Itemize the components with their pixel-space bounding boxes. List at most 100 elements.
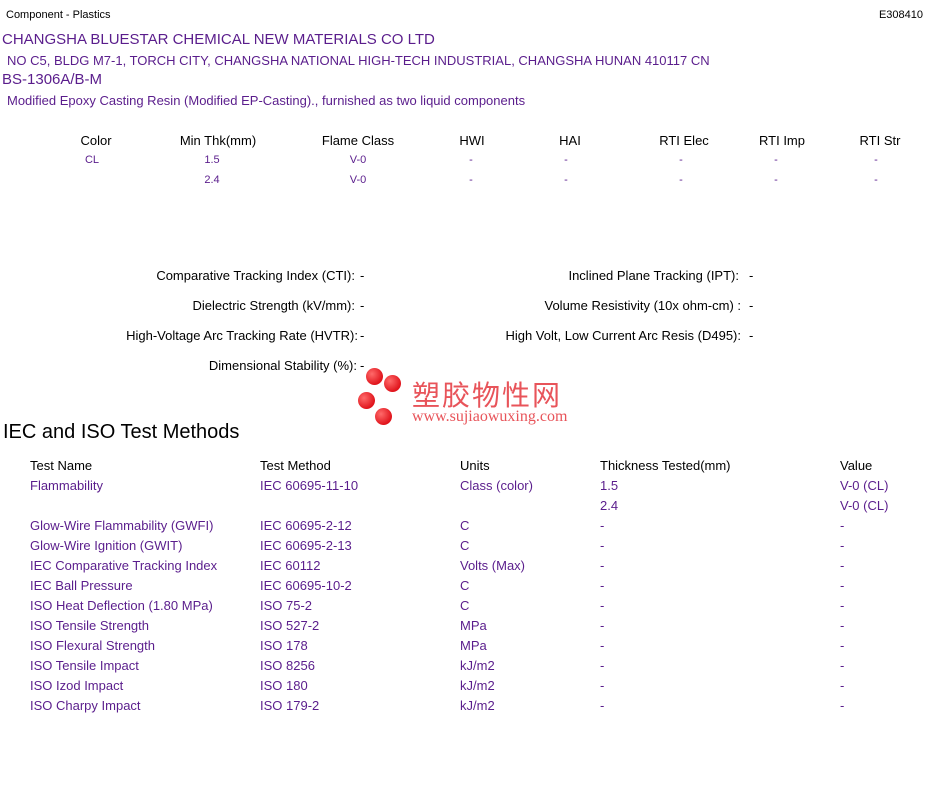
volume-resistivity-label: Volume Resistivity (10x ohm-cm) :	[544, 298, 742, 313]
watermark-dot-icon	[375, 408, 392, 425]
file-number: E308410	[878, 9, 923, 21]
iec-table-cell: Class (color)	[460, 478, 533, 493]
ipt-label: Inclined Plane Tracking (IPT):	[568, 268, 739, 283]
flame-table-cell: -	[874, 174, 878, 186]
flame-table-cell: CL	[84, 154, 100, 166]
flame-table-cell: -	[874, 154, 878, 166]
iec-table-cell: -	[840, 518, 845, 533]
iec-table-cell: V-0 (CL)	[840, 498, 889, 513]
hvtr-label: High-Voltage Arc Tracking Rate (HVTR):	[126, 328, 358, 343]
flame-table-cell: V-0	[349, 154, 367, 166]
iec-table-cell: ISO 8256	[260, 658, 315, 673]
iec-table-cell: Glow-Wire Flammability (GWFI)	[30, 518, 214, 533]
iec-table-cell: IEC 60695-2-13	[260, 538, 352, 553]
iec-table-header: Test Method	[260, 458, 331, 473]
iec-table-cell: -	[600, 698, 605, 713]
iec-table-cell: -	[840, 578, 845, 593]
cti-label: Comparative Tracking Index (CTI):	[156, 268, 355, 283]
watermark-url: www.sujiaowuxing.com	[412, 408, 568, 425]
flame-table-header: HAI	[559, 133, 581, 148]
dielectric-strength-label: Dielectric Strength (kV/mm):	[192, 298, 355, 313]
iec-table-cell: IEC 60695-11-10	[260, 478, 359, 493]
watermark-dot-icon	[366, 368, 383, 385]
flame-table-cell: -	[564, 174, 568, 186]
iec-table-cell: Volts (Max)	[460, 558, 526, 573]
iec-table-cell: -	[840, 698, 845, 713]
iec-table-cell: ISO 527-2	[260, 618, 320, 633]
watermark-logo	[356, 366, 416, 428]
iec-table-cell: C	[460, 538, 470, 553]
iec-table-cell: -	[600, 558, 605, 573]
flame-table-cell: 1.5	[204, 154, 220, 166]
watermark-dot-icon	[384, 375, 401, 392]
iec-table-cell: ISO 179-2	[260, 698, 320, 713]
iec-section-title: IEC and ISO Test Methods	[3, 421, 240, 443]
iec-table-cell: C	[460, 598, 470, 613]
product-grade: BS-1306A/B-M	[2, 71, 103, 88]
iec-table-cell: ISO Tensile Impact	[30, 658, 139, 673]
iec-table-cell: -	[840, 598, 845, 613]
company-name: CHANGSHA BLUESTAR CHEMICAL NEW MATERIALS…	[2, 31, 435, 48]
iec-table-cell: IEC 60112	[260, 558, 321, 573]
product-description: Modified Epoxy Casting Resin (Modified E…	[7, 93, 526, 108]
iec-table-cell: -	[600, 538, 605, 553]
iec-table-cell: 1.5	[600, 478, 619, 493]
iec-table-cell: 2.4	[600, 498, 619, 513]
iec-table-cell: -	[600, 598, 605, 613]
ipt-value: -	[749, 268, 754, 283]
iec-table-cell: ISO Tensile Strength	[30, 618, 149, 633]
iec-table-cell: IEC Comparative Tracking Index	[30, 558, 218, 573]
hvtr-value: -	[360, 328, 365, 343]
iec-table-cell: IEC 60695-10-2	[260, 578, 352, 593]
iec-table-cell: -	[840, 658, 845, 673]
company-address: NO C5, BLDG M7-1, TORCH CITY, CHANGSHA N…	[7, 53, 710, 68]
flame-table-header: Flame Class	[321, 133, 395, 148]
flame-table-header: Min Thk(mm)	[179, 133, 257, 148]
iec-table-cell: V-0 (CL)	[840, 478, 889, 493]
flame-table-cell: V-0	[349, 174, 367, 186]
iec-table-cell: Glow-Wire Ignition (GWIT)	[30, 538, 183, 553]
cti-value: -	[360, 268, 365, 283]
watermark-dot-icon	[358, 392, 375, 409]
d495-value: -	[749, 328, 754, 343]
iec-table-cell: ISO Flexural Strength	[30, 638, 155, 653]
iec-table-cell: -	[600, 518, 605, 533]
iec-table-cell: -	[840, 618, 845, 633]
iec-table-cell: Flammability	[30, 478, 103, 493]
iec-table-cell: -	[600, 618, 605, 633]
iec-table-cell: -	[600, 678, 605, 693]
iec-table-cell: C	[460, 578, 470, 593]
dielectric-strength-value: -	[360, 298, 365, 313]
iec-table-cell: kJ/m2	[460, 678, 495, 693]
iec-table-cell: kJ/m2	[460, 658, 495, 673]
volume-resistivity-value: -	[749, 298, 754, 313]
iec-table-cell: MPa	[460, 618, 487, 633]
iec-table-cell: -	[840, 678, 845, 693]
iec-table-cell: IEC Ball Pressure	[30, 578, 133, 593]
iec-table-header: Thickness Tested(mm)	[600, 458, 731, 473]
dimensional-stability-label: Dimensional Stability (%):	[208, 358, 357, 373]
iec-table-cell: ISO Heat Deflection (1.80 MPa)	[30, 598, 213, 613]
iec-table-cell: IEC 60695-2-12	[260, 518, 352, 533]
iec-table-cell: C	[460, 518, 470, 533]
iec-table-cell: -	[840, 558, 845, 573]
iec-table-cell: ISO Izod Impact	[30, 678, 124, 693]
iec-table-cell: MPa	[460, 638, 487, 653]
iec-table-cell: -	[600, 638, 605, 653]
iec-table-cell: ISO 180	[260, 678, 308, 693]
iec-table-cell: ISO 75-2	[260, 598, 313, 613]
iec-table-header: Units	[460, 458, 490, 473]
iec-table-header: Value	[840, 458, 873, 473]
flame-table-cell: -	[564, 154, 568, 166]
iec-table-cell: -	[600, 578, 605, 593]
iec-table-header: Test Name	[30, 458, 93, 473]
iec-table-cell: ISO 178	[260, 638, 308, 653]
iec-table-cell: -	[600, 658, 605, 673]
iec-table-cell: -	[840, 638, 845, 653]
iec-table-cell: -	[840, 538, 845, 553]
flame-table-header: Color	[80, 133, 112, 148]
iec-table-cell: ISO Charpy Impact	[30, 698, 141, 713]
d495-label: High Volt, Low Current Arc Resis (D495):	[505, 328, 741, 343]
iec-table-cell: kJ/m2	[460, 698, 495, 713]
flame-table-cell: 2.4	[204, 174, 220, 186]
